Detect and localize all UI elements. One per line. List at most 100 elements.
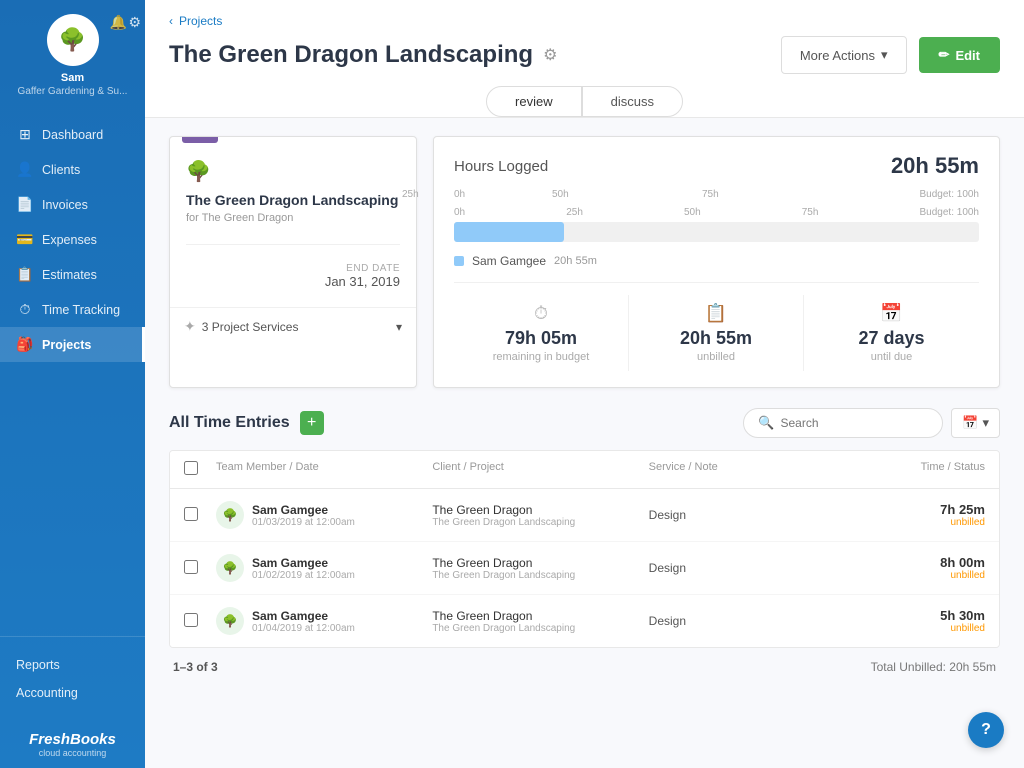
sidebar-item-invoices[interactable]: 📄 Invoices <box>0 187 145 222</box>
filter-icon[interactable]: ⚙ <box>543 45 557 65</box>
service-3: Design <box>649 614 865 628</box>
stat-due: 📅 27 days until due <box>804 295 979 371</box>
add-time-entry-button[interactable]: + <box>300 411 324 435</box>
budget-label: Budget: 100h <box>920 189 980 200</box>
sidebar-item-estimates[interactable]: 📋 Estimates <box>0 257 145 292</box>
header-top: The Green Dragon Landscaping ⚙ More Acti… <box>169 36 1000 74</box>
table-row[interactable]: 🌳 Sam Gamgee 01/04/2019 at 12:00am The G… <box>170 595 999 647</box>
client-name-3: The Green Dragon <box>432 609 648 623</box>
clock-icon: ⏱ <box>462 303 620 324</box>
client-project-2: The Green Dragon Landscaping <box>432 570 648 581</box>
member-cell-3: 🌳 Sam Gamgee 01/04/2019 at 12:00am <box>216 607 432 635</box>
client-cell-1: The Green Dragon The Green Dragon Landsc… <box>432 503 648 528</box>
edit-button[interactable]: ✏ Edit <box>919 37 1000 73</box>
total-unbilled-label: Total Unbilled: <box>871 660 946 674</box>
legend-dot <box>454 256 464 266</box>
client-name-1: The Green Dragon <box>432 503 648 517</box>
time-value-1: 7h 25m <box>865 502 985 517</box>
time-status-3: unbilled <box>865 623 985 634</box>
projects-icon: 🎒 <box>16 336 34 353</box>
scale-50h: 50h <box>552 189 569 200</box>
card-subtitle: for The Green Dragon <box>186 212 400 224</box>
tab-review[interactable]: review <box>486 86 582 117</box>
logo-circle: 🌳 <box>47 14 99 66</box>
calendar-chevron-icon: ▾ <box>982 415 989 431</box>
member-date-2: 01/02/2019 at 12:00am <box>252 570 355 581</box>
time-status-1: unbilled <box>865 517 985 528</box>
row-checkbox-2[interactable] <box>184 560 198 574</box>
table-row[interactable]: 🌳 Sam Gamgee 01/02/2019 at 12:00am The G… <box>170 542 999 595</box>
legend-name: Sam Gamgee <box>472 254 546 268</box>
table-row[interactable]: 🌳 Sam Gamgee 01/03/2019 at 12:00am The G… <box>170 489 999 542</box>
main-area: ‹ Projects The Green Dragon Landscaping … <box>145 0 1024 768</box>
sidebar-item-reports[interactable]: Reports <box>12 651 133 679</box>
estimates-icon: 📋 <box>16 266 34 283</box>
time-entries-section: All Time Entries + 🔍 📅 ▾ <box>169 408 1000 678</box>
search-icon: 🔍 <box>758 415 774 431</box>
more-actions-button[interactable]: More Actions ▾ <box>781 36 907 74</box>
member-cell-1: 🌳 Sam Gamgee 01/03/2019 at 12:00am <box>216 501 432 529</box>
hours-stats: ⏱ 79h 05m remaining in budget 📋 20h 55m … <box>454 282 979 371</box>
sidebar-item-expenses[interactable]: 💳 Expenses <box>0 222 145 257</box>
edit-label: Edit <box>955 48 980 63</box>
add-icon: + <box>307 414 316 432</box>
sidebar-company: Gaffer Gardening & Su... <box>18 86 128 97</box>
sidebar-item-clients[interactable]: 👤 Clients <box>0 152 145 187</box>
project-tree-icon: 🌳 <box>186 159 400 184</box>
sidebar-item-label: Time Tracking <box>42 303 120 317</box>
select-all-checkbox[interactable] <box>184 461 198 475</box>
sidebar-item-dashboard[interactable]: ⊞ Dashboard <box>0 117 145 152</box>
sidebar-item-time-tracking[interactable]: ⏱ Time Tracking <box>0 292 145 327</box>
stat-remaining-value: 79h 05m <box>462 328 620 349</box>
gear-icon[interactable]: ⚙ <box>128 14 141 31</box>
header: ‹ Projects The Green Dragon Landscaping … <box>145 0 1024 118</box>
card-body: 🌳 The Green Dragon Landscaping for The G… <box>170 137 416 307</box>
page-title-area: The Green Dragon Landscaping ⚙ <box>169 41 557 69</box>
total-unbilled: Total Unbilled: 20h 55m <box>871 660 996 674</box>
end-date-value: Jan 31, 2019 <box>186 274 400 289</box>
header-actions: More Actions ▾ ✏ Edit <box>781 36 1000 74</box>
row-checkbox-3[interactable] <box>184 613 198 627</box>
time-value-2: 8h 00m <box>865 555 985 570</box>
table-footer: 1–3 of 3 Total Unbilled: 20h 55m <box>169 648 1000 678</box>
tab-discuss[interactable]: discuss <box>582 86 683 117</box>
sidebar-item-label: Dashboard <box>42 128 103 142</box>
sidebar-item-label: Projects <box>42 338 91 352</box>
col-client: Client / Project <box>432 461 648 478</box>
sidebar-item-projects[interactable]: 🎒 Projects <box>0 327 145 362</box>
scale-25h: 25h <box>402 189 419 200</box>
stat-due-label: until due <box>812 351 971 363</box>
project-card: 🌳 The Green Dragon Landscaping for The G… <box>169 136 417 388</box>
hours-total: 20h 55m <box>891 153 979 179</box>
card-title: The Green Dragon Landscaping <box>186 192 400 208</box>
sidebar-item-accounting[interactable]: Accounting <box>12 679 133 707</box>
bell-icon[interactable]: 🔔 <box>110 14 127 31</box>
help-icon: ? <box>981 721 991 739</box>
scale-0h: 0h <box>454 189 465 200</box>
member-avatar-1: 🌳 <box>216 501 244 529</box>
calendar-filter-button[interactable]: 📅 ▾ <box>951 408 1000 438</box>
client-project-3: The Green Dragon Landscaping <box>432 623 648 634</box>
progress-bar-fill <box>454 222 564 242</box>
scale-75h: 75h <box>702 189 719 200</box>
project-services[interactable]: ✦ 3 Project Services ▾ <box>170 307 416 345</box>
stat-remaining: ⏱ 79h 05m remaining in budget <box>454 295 629 371</box>
entries-title: All Time Entries <box>169 414 290 432</box>
member-avatar-3: 🌳 <box>216 607 244 635</box>
stat-due-value: 27 days <box>812 328 971 349</box>
col-service: Service / Note <box>649 461 865 478</box>
breadcrumb[interactable]: ‹ Projects <box>169 14 1000 28</box>
invoices-icon: 📄 <box>16 196 34 213</box>
time-cell-2: 8h 00m unbilled <box>865 555 985 581</box>
accounting-label: Accounting <box>16 686 78 700</box>
member-name-1: Sam Gamgee <box>252 503 355 517</box>
row-checkbox-1[interactable] <box>184 507 198 521</box>
clients-icon: 👤 <box>16 161 34 178</box>
search-input[interactable] <box>780 416 928 430</box>
member-name-2: Sam Gamgee <box>252 556 355 570</box>
card-tab-indicator <box>182 137 218 143</box>
stat-unbilled-label: unbilled <box>637 351 795 363</box>
pagination: 1–3 of 3 <box>173 660 218 674</box>
calendar-icon: 📅 <box>812 303 971 324</box>
help-button[interactable]: ? <box>968 712 1004 748</box>
